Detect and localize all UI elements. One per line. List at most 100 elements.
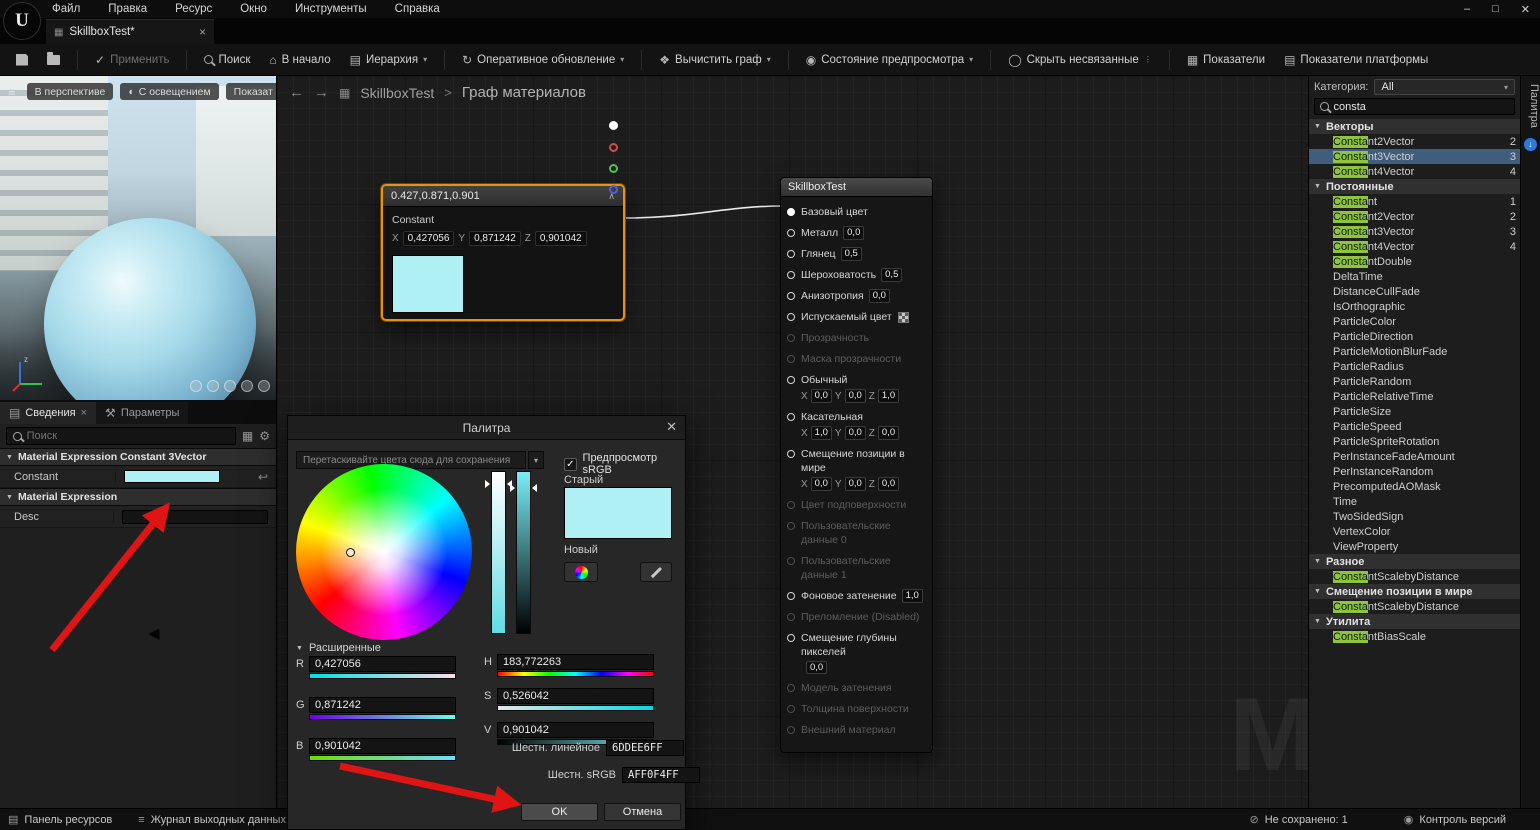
- palette-row[interactable]: ParticleColor: [1309, 314, 1520, 329]
- tab-parameters[interactable]: ⚒ Параметры: [96, 402, 188, 424]
- pin-value-field[interactable]: 1,0: [902, 589, 923, 603]
- constant3vector-node[interactable]: 0.427,0.871,0.901 ∧ Constant X0,427056 Y…: [381, 184, 625, 321]
- checkbox-icon[interactable]: ✓: [564, 458, 577, 471]
- channel-gradient-slider[interactable]: [309, 755, 456, 761]
- material-input-pin[interactable]: Базовый цвет: [787, 205, 926, 219]
- channel-value-field[interactable]: 0,901042: [309, 738, 456, 754]
- palette-row[interactable]: DeltaTime: [1309, 269, 1520, 284]
- show-button[interactable]: Показат: [226, 83, 277, 100]
- material-input-pin[interactable]: Пользовательские данные 1: [787, 554, 926, 582]
- palette-row[interactable]: ▼ Разное: [1309, 554, 1520, 569]
- y-value-field[interactable]: 0,0: [845, 477, 866, 491]
- palette-row[interactable]: Consta nt2Vector 2: [1309, 134, 1520, 149]
- content-drawer-button[interactable]: ▤Панель ресурсов: [8, 813, 112, 826]
- collapse-triangle-icon[interactable]: ◀: [148, 624, 160, 642]
- constant-color-swatch[interactable]: [124, 470, 220, 483]
- palette-row[interactable]: Consta ntDouble: [1309, 254, 1520, 269]
- material-input-pin[interactable]: Прозрачность: [787, 331, 926, 345]
- pin-icon[interactable]: [787, 684, 795, 692]
- material-input-pin[interactable]: Фоновое затенение 1,0: [787, 589, 926, 603]
- z-value-field[interactable]: 1,0: [878, 389, 899, 403]
- section-material-expression[interactable]: ▼ Material Expression: [0, 488, 276, 506]
- minimize-button[interactable]: –: [1464, 3, 1470, 15]
- shape-mesh-button[interactable]: [258, 380, 270, 392]
- pin-icon[interactable]: [787, 522, 795, 530]
- close-button[interactable]: ✕: [1521, 3, 1530, 16]
- hex-srgb-field[interactable]: AFF0F4FF: [622, 767, 700, 783]
- channel-value-field[interactable]: 0,871242: [309, 697, 456, 713]
- gear-icon[interactable]: ⚙: [259, 429, 270, 443]
- platform-stats-button[interactable]: ▤Показатели платформы: [1278, 49, 1434, 71]
- slider-handle[interactable]: [485, 480, 490, 488]
- ok-button[interactable]: OK: [521, 803, 598, 821]
- save-button[interactable]: [10, 50, 34, 70]
- material-input-pin[interactable]: Смещение глубины пикселей 0,0: [787, 631, 926, 674]
- dialog-title-bar[interactable]: Палитра ✕: [288, 416, 685, 440]
- palette-row[interactable]: ParticleRandom: [1309, 374, 1520, 389]
- channel-value-field[interactable]: 0,427056: [309, 656, 456, 672]
- palette-row[interactable]: Consta ntScalebyDistance: [1309, 599, 1520, 614]
- palette-side-tab[interactable]: Палитра: [1521, 84, 1540, 128]
- material-result-node[interactable]: SkillboxTest Базовый цвет: [780, 177, 933, 753]
- pin-icon[interactable]: [787, 355, 795, 363]
- slider-handle[interactable]: [532, 484, 537, 492]
- pin-icon[interactable]: [787, 292, 795, 300]
- z-value-field[interactable]: 0,0: [878, 426, 899, 440]
- pin-icon[interactable]: [787, 450, 795, 458]
- palette-row[interactable]: TwoSidedSign: [1309, 509, 1520, 524]
- tab-details[interactable]: ▤ Сведения ×: [0, 402, 96, 424]
- material-input-pin[interactable]: Металл 0,0: [787, 226, 926, 240]
- channel-gradient-slider[interactable]: [309, 673, 456, 679]
- slider-handle[interactable]: [510, 484, 515, 492]
- apply-button[interactable]: ✓Применить: [89, 49, 175, 71]
- palette-row[interactable]: ParticleSpeed: [1309, 419, 1520, 434]
- material-input-pin[interactable]: Смещение позиции в мире X0,0 Y0,0 Z0,0: [787, 447, 926, 491]
- pin-icon[interactable]: [787, 557, 795, 565]
- palette-row[interactable]: Consta ntBiasScale: [1309, 629, 1520, 644]
- color-theme-bar[interactable]: Перетаскивайте цвета сюда для сохранения: [296, 451, 526, 469]
- y-value-field[interactable]: 0,871242: [469, 231, 521, 246]
- menu-tools[interactable]: Инструменты: [295, 3, 367, 15]
- material-input-pin[interactable]: Пользовательские данные 0: [787, 519, 926, 547]
- clean-graph-button[interactable]: ❖Вычистить граф▾: [653, 49, 776, 71]
- palette-row[interactable]: ParticleRelativeTime: [1309, 389, 1520, 404]
- node-header[interactable]: SkillboxTest: [781, 178, 932, 197]
- tab-close-icon[interactable]: ×: [199, 25, 206, 39]
- shape-plane-button[interactable]: [224, 380, 236, 392]
- material-input-pin[interactable]: Преломление (Disabled): [787, 610, 926, 624]
- x-value-field[interactable]: 0,427056: [403, 231, 455, 246]
- pin-value-field[interactable]: 0,0: [843, 226, 864, 240]
- material-input-pin[interactable]: Испускаемый цвет: [787, 310, 926, 324]
- palette-row[interactable]: Consta nt3Vector 3: [1309, 149, 1520, 164]
- x-value-field[interactable]: 0,0: [811, 477, 832, 491]
- pin-icon[interactable]: [787, 250, 795, 258]
- z-value-field[interactable]: 0,0: [878, 477, 899, 491]
- close-icon[interactable]: ✕: [666, 419, 677, 435]
- tab-skillboxtest[interactable]: ▦ SkillboxTest* ×: [46, 19, 214, 44]
- palette-row[interactable]: Consta nt2Vector 2: [1309, 209, 1520, 224]
- preview-state-button[interactable]: ◉Состояние предпросмотра▾: [800, 49, 979, 71]
- pin-icon[interactable]: [787, 634, 795, 642]
- material-input-pin[interactable]: Маска прозрачности: [787, 352, 926, 366]
- pin-icon[interactable]: [787, 271, 795, 279]
- palette-search-field[interactable]: [1334, 101, 1510, 113]
- palette-row[interactable]: ParticleSize: [1309, 404, 1520, 419]
- menu-file[interactable]: Файл: [52, 3, 80, 15]
- pin-icon[interactable]: [787, 705, 795, 713]
- palette-row[interactable]: ▼ Векторы: [1309, 119, 1520, 134]
- pin-icon[interactable]: [787, 208, 795, 216]
- maximize-button[interactable]: □: [1492, 3, 1499, 15]
- srgb-preview-checkbox[interactable]: ✓ Предпросмотр sRGB: [564, 452, 685, 476]
- palette-search-input[interactable]: [1314, 98, 1515, 115]
- material-input-pin[interactable]: Толщина поверхности: [787, 702, 926, 716]
- palette-row[interactable]: DistanceCullFade: [1309, 284, 1520, 299]
- perspective-button[interactable]: В перспективе: [27, 83, 114, 100]
- palette-row[interactable]: Time: [1309, 494, 1520, 509]
- palette-row[interactable]: ParticleRadius: [1309, 359, 1520, 374]
- menu-window[interactable]: Окно: [240, 3, 267, 15]
- g-output-pin[interactable]: [609, 164, 618, 173]
- palette-row[interactable]: Consta nt4Vector 4: [1309, 239, 1520, 254]
- pin-icon[interactable]: [787, 334, 795, 342]
- r-output-pin[interactable]: [609, 143, 618, 152]
- palette-row[interactable]: Consta nt3Vector 3: [1309, 224, 1520, 239]
